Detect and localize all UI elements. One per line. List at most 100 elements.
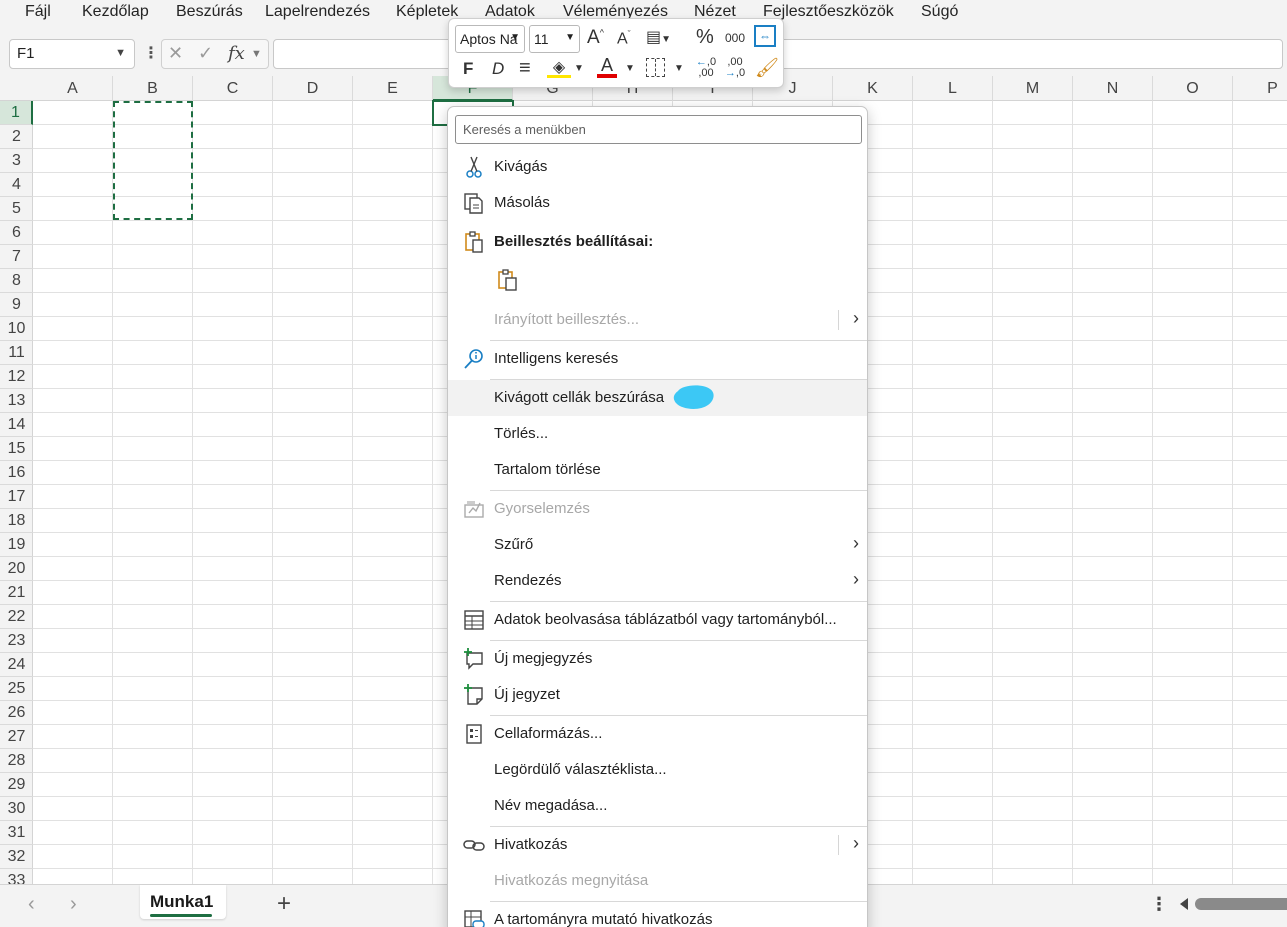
menu-item-open-link[interactable]: Hivatkozás megnyitása xyxy=(448,863,867,899)
more-options-icon[interactable]: ⋮ xyxy=(143,43,159,63)
menu-item-filter[interactable]: Szűrő › xyxy=(448,527,867,563)
row-header[interactable]: 9 xyxy=(0,293,33,317)
row-header[interactable]: 14 xyxy=(0,413,33,437)
font-color-icon[interactable]: A xyxy=(597,55,617,78)
insert-function-icon[interactable]: fx xyxy=(228,43,245,64)
row-header[interactable]: 3 xyxy=(0,149,33,173)
sheet-tab-munka1[interactable]: Munka1 xyxy=(140,885,226,919)
column-header[interactable]: N xyxy=(1073,76,1153,101)
menu-item-dropdown-list[interactable]: Legördülő választéklista... xyxy=(448,752,867,788)
cancel-icon[interactable]: ✕ xyxy=(168,43,183,64)
align-center-icon[interactable]: ≡ xyxy=(519,57,531,80)
menu-item-define-name[interactable]: Név megadása... xyxy=(448,788,867,824)
font-name-select[interactable]: Aptos Na ▼ xyxy=(455,25,525,53)
row-header[interactable]: 17 xyxy=(0,485,33,509)
menu-item-format-cells[interactable]: Cellaformázás... xyxy=(448,716,867,752)
increase-decimal-icon[interactable]: ←,0,00 xyxy=(695,57,717,79)
menu-item-sort[interactable]: Rendezés › xyxy=(448,563,867,599)
menu-item-copy[interactable]: Másolás xyxy=(448,185,867,221)
italic-icon[interactable]: D xyxy=(492,59,504,79)
increase-font-size-icon[interactable]: A^ xyxy=(587,27,604,49)
scroll-left-icon[interactable]: ‹ xyxy=(28,893,35,916)
row-header[interactable]: 30 xyxy=(0,797,33,821)
menu-page-layout[interactable]: Lapelrendezés xyxy=(265,3,370,21)
enter-icon[interactable]: ✓ xyxy=(198,43,213,64)
menu-item-smart-lookup[interactable]: Intelligens keresés xyxy=(448,341,867,377)
menu-item-cut[interactable]: Kivágás xyxy=(448,149,867,185)
row-header[interactable]: 7 xyxy=(0,245,33,269)
column-header[interactable]: P xyxy=(1233,76,1287,101)
row-header[interactable]: 21 xyxy=(0,581,33,605)
menu-formulas[interactable]: Képletek xyxy=(396,3,458,21)
row-header[interactable]: 1 xyxy=(0,101,33,125)
column-header[interactable]: C xyxy=(193,76,273,101)
column-header[interactable]: K xyxy=(833,76,913,101)
row-header[interactable]: 13 xyxy=(0,389,33,413)
chevron-down-icon[interactable]: ▼ xyxy=(625,63,635,74)
row-header[interactable]: 5 xyxy=(0,197,33,221)
scroll-left-arrow-icon[interactable] xyxy=(1180,898,1188,910)
row-header[interactable]: 6 xyxy=(0,221,33,245)
menu-item-clear-contents[interactable]: Tartalom törlése xyxy=(448,452,867,488)
column-header[interactable]: O xyxy=(1153,76,1233,101)
font-size-select[interactable]: 11 ▼ xyxy=(529,25,580,53)
menu-item-new-comment[interactable]: Új megjegyzés xyxy=(448,641,867,677)
menu-item-link-to-range[interactable]: A tartományra mutató hivatkozás xyxy=(448,902,867,927)
borders-icon[interactable] xyxy=(646,58,665,77)
chevron-down-icon[interactable]: ▼ xyxy=(251,48,262,60)
row-header[interactable]: 23 xyxy=(0,629,33,653)
row-header[interactable]: 2 xyxy=(0,125,33,149)
menu-item-paste-option[interactable] xyxy=(480,262,540,298)
scroll-right-icon[interactable]: › xyxy=(70,893,77,916)
row-header[interactable]: 25 xyxy=(0,677,33,701)
column-header[interactable]: A xyxy=(33,76,113,101)
horizontal-scrollbar[interactable] xyxy=(1195,898,1287,910)
row-header[interactable]: 27 xyxy=(0,725,33,749)
row-header[interactable]: 32 xyxy=(0,845,33,869)
menu-item-paste-special[interactable]: Irányított beillesztés... › xyxy=(448,302,867,338)
menu-item-new-note[interactable]: Új jegyzet xyxy=(448,677,867,713)
menu-search-input[interactable]: Keresés a menükben xyxy=(455,115,862,144)
menu-item-get-data-from-table[interactable]: Adatok beolvasása táblázatból vagy tarto… xyxy=(448,602,867,638)
column-header[interactable]: D xyxy=(273,76,353,101)
row-header[interactable]: 18 xyxy=(0,509,33,533)
row-header[interactable]: 29 xyxy=(0,773,33,797)
row-header[interactable]: 26 xyxy=(0,701,33,725)
row-header[interactable]: 8 xyxy=(0,269,33,293)
menu-help[interactable]: Súgó xyxy=(921,3,958,21)
row-header[interactable]: 28 xyxy=(0,749,33,773)
row-header[interactable]: 16 xyxy=(0,461,33,485)
row-header[interactable]: 31 xyxy=(0,821,33,845)
chevron-down-icon[interactable]: ▼ xyxy=(115,47,126,59)
row-header[interactable]: 19 xyxy=(0,533,33,557)
menu-item-link[interactable]: Hivatkozás › xyxy=(448,827,867,863)
decrease-font-size-icon[interactable]: Aˇ xyxy=(617,29,631,48)
row-header[interactable]: 4 xyxy=(0,173,33,197)
fill-color-icon[interactable]: ◈ xyxy=(547,57,571,78)
menu-developer[interactable]: Fejlesztőeszközök xyxy=(763,3,894,21)
row-header[interactable]: 20 xyxy=(0,557,33,581)
decrease-decimal-icon[interactable]: ,00 →,0 xyxy=(724,57,746,79)
comma-style-icon[interactable]: 000 xyxy=(725,31,745,45)
menu-home[interactable]: Kezdőlap xyxy=(82,3,149,21)
row-header[interactable]: 10 xyxy=(0,317,33,341)
row-header[interactable]: 24 xyxy=(0,653,33,677)
column-header[interactable]: L xyxy=(913,76,993,101)
menu-item-insert-cut-cells[interactable]: Kivágott cellák beszúrása xyxy=(448,380,867,416)
more-options-icon[interactable]: ⋮ xyxy=(1150,894,1168,915)
format-painter-icon[interactable]: 🖌 xyxy=(755,56,779,80)
menu-file[interactable]: Fájl xyxy=(25,3,51,21)
bold-icon[interactable]: F xyxy=(463,59,473,79)
name-box[interactable]: F1 ▼ xyxy=(9,39,135,69)
chevron-down-icon[interactable]: ▼ xyxy=(574,63,584,74)
column-header[interactable]: E xyxy=(353,76,433,101)
menu-item-quick-analysis[interactable]: Gyorselemzés xyxy=(448,491,867,527)
merge-center-icon[interactable]: ⇔ xyxy=(754,25,776,47)
row-header[interactable]: 15 xyxy=(0,437,33,461)
chevron-down-icon[interactable]: ▼ xyxy=(674,63,684,74)
menu-insert[interactable]: Beszúrás xyxy=(176,3,243,21)
row-header[interactable]: 11 xyxy=(0,341,33,365)
column-header[interactable]: M xyxy=(993,76,1073,101)
add-sheet-icon[interactable]: + xyxy=(277,890,291,918)
percent-style-icon[interactable]: % xyxy=(696,26,714,49)
